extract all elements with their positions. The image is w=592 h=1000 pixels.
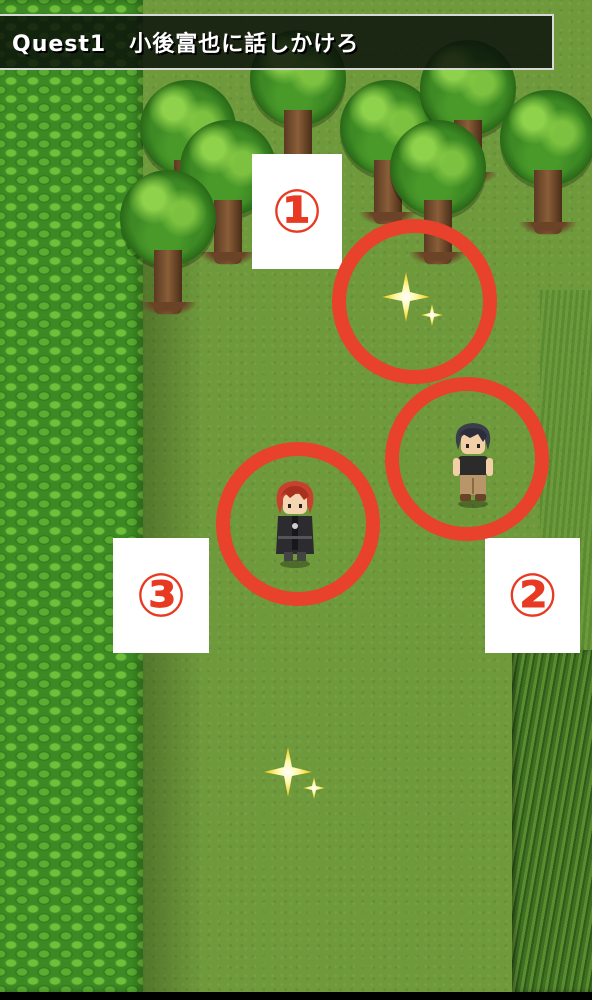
marker-number: ① [271,176,323,247]
quest-banner: Quest1 小後富也に話しかけろ [0,14,554,70]
right-tall-grass [512,650,592,992]
game-screen: Quest1 小後富也に話しかけろ ① ② ③ [0,0,592,992]
highlight-ring-3 [216,442,380,606]
marker-number: ③ [135,560,187,631]
marker-label-1: ① [252,154,342,269]
highlight-ring-1 [332,219,497,384]
tree [500,90,592,240]
highlight-ring-2 [385,377,549,541]
bottom-border [0,992,592,1000]
marker-label-2: ② [485,538,580,653]
quest-title: Quest1 小後富也に話しかけろ [12,32,360,57]
left-bush-wall [0,0,143,992]
tree [120,170,216,320]
marker-label-3: ③ [113,538,209,653]
sparkle-icon[interactable] [262,745,332,807]
marker-number: ② [507,560,558,631]
